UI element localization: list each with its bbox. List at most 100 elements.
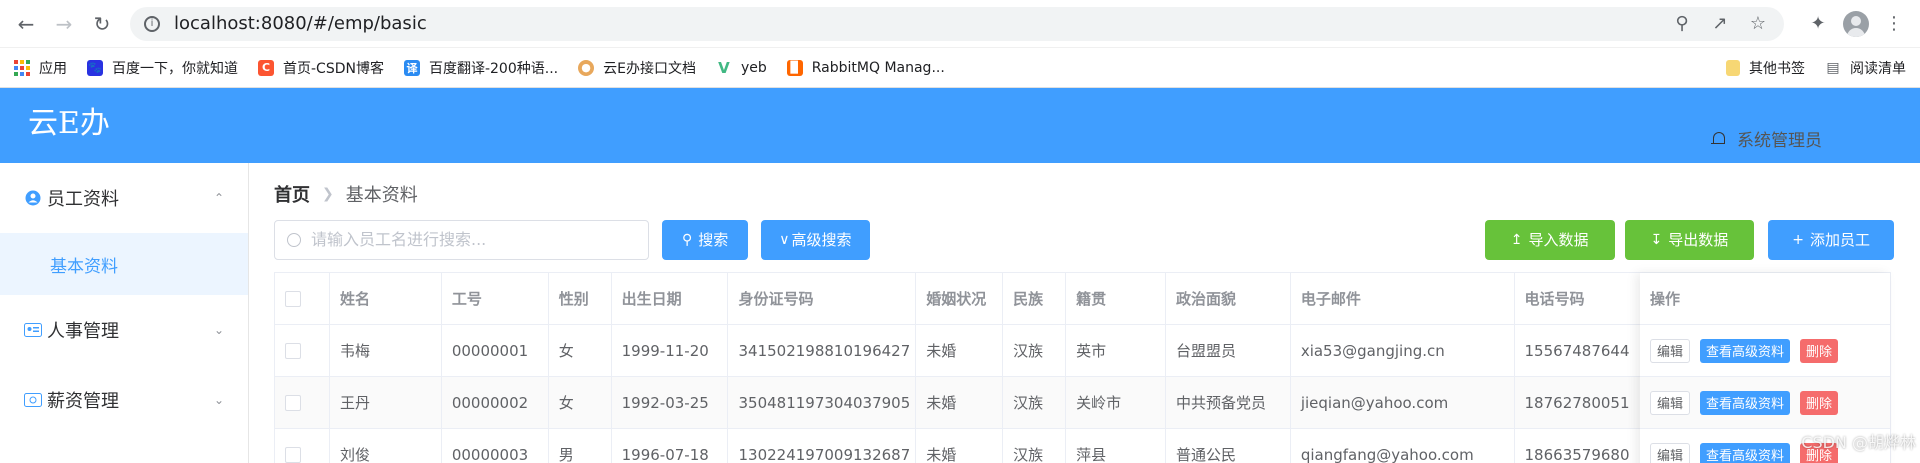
forward-icon[interactable]: →: [48, 8, 80, 40]
select-all-checkbox[interactable]: [285, 290, 301, 307]
user-menu[interactable]: 系统管理员: [1711, 126, 1822, 151]
cell-gender: 女: [549, 377, 612, 428]
select-cell: [275, 325, 330, 376]
view-details-button[interactable]: 查看高级资料: [1700, 442, 1791, 463]
bookmark-label: 云E办接口文档: [603, 60, 696, 77]
add-employee-label: 添加员工: [1809, 231, 1870, 249]
bookmark-api-docs[interactable]: ● 云E办接口文档: [578, 58, 696, 78]
profile-button[interactable]: [1840, 8, 1872, 40]
reload-icon[interactable]: ↻: [86, 8, 118, 40]
export-data-button[interactable]: ↧ 导出数据: [1624, 219, 1755, 260]
search-icon: [287, 232, 301, 247]
bookmark-apps[interactable]: 应用: [14, 58, 67, 78]
column-header[interactable]: 籍贯: [1066, 273, 1166, 324]
advanced-search-button[interactable]: ∨ 高级搜索: [761, 219, 870, 260]
menu-icon[interactable]: ⋮: [1878, 8, 1910, 40]
column-header[interactable]: 出生日期: [612, 273, 729, 324]
search-box[interactable]: [274, 219, 649, 260]
bookmark-translate[interactable]: 译 百度翻译-200种语...: [403, 58, 558, 78]
translate-icon: 译: [403, 59, 420, 76]
watermark: CSDN @胡烨林: [1801, 433, 1916, 452]
column-header[interactable]: 性别: [549, 273, 612, 324]
cell-marital: 未婚: [916, 429, 1004, 463]
bookmark-other[interactable]: 其他书签: [1726, 58, 1805, 78]
sidebar-item-basic-info[interactable]: 基本资料: [0, 233, 248, 295]
csdn-icon: C: [258, 59, 274, 76]
share-icon[interactable]: ↗: [1708, 12, 1732, 36]
chevron-right-icon: ❯: [322, 186, 334, 202]
folder-icon: [1726, 59, 1740, 76]
url-text[interactable]: localhost:8080/#/emp/basic: [174, 13, 1656, 34]
reading-list-icon: ▤: [1826, 59, 1840, 76]
select-cell: [275, 429, 330, 463]
back-icon[interactable]: ←: [10, 8, 42, 40]
column-header[interactable]: 婚姻状况: [916, 273, 1004, 324]
sidebar: 员工资料 ⌃ 基本资料 人事管理 ⌄ 薪资管理 ⌄: [0, 163, 249, 463]
extensions-icon[interactable]: ✦: [1802, 8, 1834, 40]
column-header[interactable]: 民族: [1003, 273, 1067, 324]
vue-icon: V: [718, 58, 730, 77]
sidebar-group-employee[interactable]: 员工资料 ⌃: [0, 163, 248, 233]
bell-icon[interactable]: [1711, 131, 1725, 147]
breadcrumb-home[interactable]: 首页: [274, 181, 310, 207]
cell-email: xia53@gangjing.cn: [1291, 325, 1515, 376]
edit-button[interactable]: 编辑: [1650, 338, 1691, 363]
site-info-icon[interactable]: i: [144, 15, 160, 32]
search-button[interactable]: ⚲ 搜索: [662, 219, 749, 260]
bookmark-label: 应用: [39, 60, 67, 77]
address-bar[interactable]: i localhost:8080/#/emp/basic ⚲ ↗ ☆: [130, 6, 1784, 41]
column-header[interactable]: 政治面貌: [1166, 273, 1291, 324]
row-checkbox[interactable]: [285, 394, 301, 411]
cell-work-id: 00000001: [442, 325, 549, 376]
view-details-button[interactable]: 查看高级资料: [1700, 390, 1791, 415]
baidu-icon: 🐾: [87, 59, 103, 76]
bookmark-baidu[interactable]: 🐾 百度一下，你就知道: [87, 58, 238, 78]
bookmark-csdn[interactable]: C 首页-CSDN博客: [258, 58, 384, 78]
sidebar-group-personnel[interactable]: 人事管理 ⌄: [0, 295, 248, 365]
cell-name: 王丹: [330, 377, 442, 428]
user-name[interactable]: 系统管理员: [1737, 126, 1822, 151]
column-header[interactable]: 电子邮件: [1291, 273, 1515, 324]
sidebar-group-label: 薪资管理: [47, 391, 119, 412]
view-details-button[interactable]: 查看高级资料: [1700, 338, 1791, 363]
key-icon[interactable]: ⚲: [1670, 12, 1694, 36]
cell-politics: 台盟盟员: [1166, 325, 1291, 376]
column-header[interactable]: 工号: [442, 273, 549, 324]
avatar: [1843, 10, 1869, 37]
cell-politics: 中共预备党员: [1166, 377, 1291, 428]
search-input[interactable]: [311, 230, 636, 249]
delete-button[interactable]: 删除: [1800, 338, 1839, 363]
reading-list-label: 阅读清单: [1850, 60, 1906, 77]
delete-button[interactable]: 删除: [1800, 390, 1839, 415]
select-cell: [275, 377, 330, 428]
id-card-icon: [24, 321, 42, 339]
search-button-label: 搜索: [698, 231, 729, 249]
cell-politics: 普通公民: [1166, 429, 1291, 463]
cell-marital: 未婚: [916, 377, 1004, 428]
reading-list[interactable]: ▤ 阅读清单: [1825, 58, 1906, 78]
bookmark-label: 其他书签: [1749, 60, 1805, 77]
sidebar-group-salary[interactable]: 薪资管理 ⌄: [0, 365, 248, 435]
ops-row: 编辑 查看高级资料 删除: [1640, 325, 1890, 377]
column-header[interactable]: 姓名: [330, 273, 442, 324]
edit-button[interactable]: 编辑: [1650, 442, 1691, 463]
bookmark-label: yeb: [740, 59, 767, 76]
import-data-button[interactable]: ↥ 导入数据: [1484, 219, 1615, 260]
search-icon: ⚲: [682, 231, 693, 248]
bookmark-rabbitmq[interactable]: ▉ RabbitMQ Manag...: [786, 59, 945, 76]
chevron-down-icon: ⌄: [213, 393, 224, 407]
cell-id-card: 341502198810196427: [728, 325, 917, 376]
star-icon[interactable]: ☆: [1746, 12, 1770, 36]
double-chevron-down-icon: ∨: [779, 231, 790, 248]
column-header[interactable]: 身份证号码: [728, 273, 917, 324]
cell-nation: 汉族: [1003, 325, 1067, 376]
chevron-down-icon: ⌄: [213, 323, 224, 337]
import-data-label: 导入数据: [1528, 231, 1589, 249]
bookmark-yeb[interactable]: V yeb: [716, 58, 767, 77]
edit-button[interactable]: 编辑: [1650, 390, 1691, 415]
row-checkbox[interactable]: [285, 342, 301, 359]
row-checkbox[interactable]: [285, 446, 301, 463]
main-content: 首页 ❯ 基本资料 ⚲ 搜索 ∨ 高级搜索 ↥ 导入数据 ↧: [249, 163, 1920, 463]
cell-native-place: 关岭市: [1066, 377, 1166, 428]
add-employee-button[interactable]: + 添加员工: [1768, 219, 1894, 260]
